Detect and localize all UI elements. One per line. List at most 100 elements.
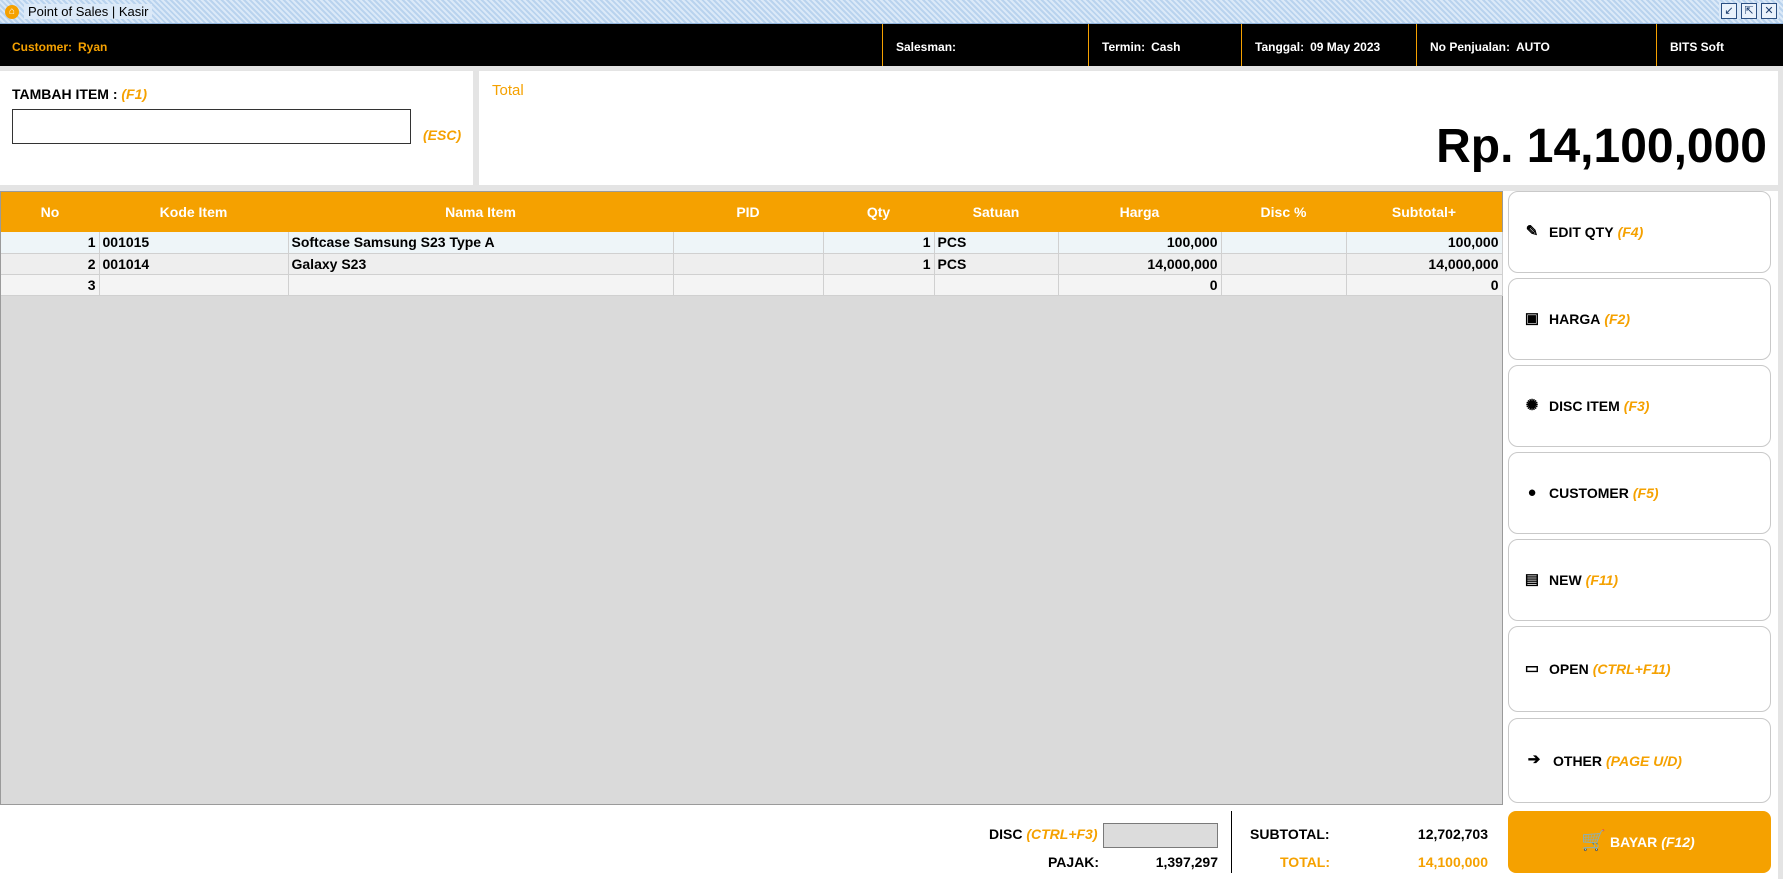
tanggal-info: Tanggal: 09 May 2023 xyxy=(1241,24,1416,66)
other-button[interactable]: ➔ OTHER (PAGE U/D) xyxy=(1508,718,1771,803)
table-header-row: No Kode Item Nama Item PID Qty Satuan Ha… xyxy=(1,192,1502,232)
pajak-label: PAJAK: xyxy=(1048,854,1100,870)
cell-harga[interactable]: 14,000,000 xyxy=(1058,253,1222,275)
divider xyxy=(1231,811,1232,873)
bayar-label: BAYAR (F12) xyxy=(1610,834,1695,850)
cell-pid[interactable] xyxy=(673,232,824,254)
cell-subtotal[interactable]: 0 xyxy=(1346,274,1503,296)
items-grid[interactable]: No Kode Item Nama Item PID Qty Satuan Ha… xyxy=(0,191,1503,805)
harga-label: HARGA (F2) xyxy=(1549,311,1630,327)
cell-kode[interactable] xyxy=(99,274,289,296)
cell-pid[interactable] xyxy=(673,253,824,275)
harga-shortcut: (F2) xyxy=(1604,311,1631,327)
cell-disc[interactable] xyxy=(1221,253,1347,275)
termin-value: Cash xyxy=(1151,40,1181,54)
harga-button[interactable]: ▣ HARGA (F2) xyxy=(1508,278,1771,360)
column-header-pid[interactable]: PID xyxy=(673,192,823,232)
cell-satuan[interactable]: PCS xyxy=(934,253,1059,275)
cell-nama[interactable] xyxy=(288,274,674,296)
window-controls: ↙ ⇱ ✕ xyxy=(1719,3,1779,19)
document-icon: ▤ xyxy=(1524,571,1540,588)
total-footer-label: TOTAL: xyxy=(1280,854,1331,870)
customer-label: Customer: xyxy=(12,40,73,54)
table-row[interactable]: 2 001014 Galaxy S23 1 PCS 14,000,000 14,… xyxy=(1,253,1503,275)
add-item-panel: TAMBAH ITEM : (F1) (ESC) xyxy=(0,71,473,185)
bayar-button[interactable]: 🛒 BAYAR (F12) xyxy=(1508,811,1771,873)
summary-footer: DISC (CTRL+F3) PAJAK: 1,397,297 SUBTOTAL… xyxy=(0,805,1503,879)
edit-icon: ✎ xyxy=(1525,223,1539,240)
disc-item-button[interactable]: ✺ DISC ITEM (F3) xyxy=(1508,365,1771,447)
column-header-no[interactable]: No xyxy=(1,192,99,232)
disc-item-shortcut: (F3) xyxy=(1623,398,1650,414)
disc-input[interactable] xyxy=(1103,823,1218,848)
cell-qty[interactable]: 1 xyxy=(823,232,935,254)
column-header-nama-item[interactable]: Nama Item xyxy=(288,192,673,232)
info-bar: Customer: Ryan Salesman: Termin: Cash Tang… xyxy=(0,24,1783,66)
edit-qty-label: EDIT QTY (F4) xyxy=(1549,224,1643,240)
cell-disc[interactable] xyxy=(1221,232,1347,254)
cell-kode[interactable]: 001014 xyxy=(99,253,289,275)
column-header-subtotal[interactable]: Subtotal+ xyxy=(1346,192,1502,232)
cell-nama[interactable]: Galaxy S23 xyxy=(288,253,674,275)
other-text: OTHER xyxy=(1553,753,1602,769)
customer-button-label: CUSTOMER (F5) xyxy=(1549,485,1659,501)
cell-disc[interactable] xyxy=(1221,274,1347,296)
salesman-info: Salesman: xyxy=(882,24,1088,66)
no-penjualan-value: AUTO xyxy=(1516,40,1550,54)
open-label: OPEN (CTRL+F11) xyxy=(1549,661,1671,677)
total-amount: Rp. 14,100,000 xyxy=(1436,120,1767,173)
table-row[interactable]: 3 0 0 xyxy=(1,274,1503,296)
column-header-satuan[interactable]: Satuan xyxy=(934,192,1058,232)
no-penjualan-info: No Penjualan: AUTO xyxy=(1416,24,1656,66)
cell-subtotal[interactable]: 100,000 xyxy=(1346,232,1503,254)
total-panel: Total Rp. 14,100,000 xyxy=(479,71,1783,185)
new-button[interactable]: ▤ NEW (F11) xyxy=(1508,539,1771,621)
cell-no[interactable]: 3 xyxy=(1,274,100,296)
edit-qty-button[interactable]: ✎ EDIT QTY (F4) xyxy=(1508,191,1771,273)
restore-icon[interactable]: ⇱ xyxy=(1741,3,1757,19)
new-label: NEW (F11) xyxy=(1549,572,1618,588)
cell-kode[interactable]: 001015 xyxy=(99,232,289,254)
esc-shortcut: (ESC) xyxy=(423,127,462,143)
app-logo-icon: ⌂ xyxy=(5,5,19,19)
cell-satuan[interactable] xyxy=(934,274,1059,296)
cell-no[interactable]: 1 xyxy=(1,232,100,254)
tanggal-label: Tanggal: xyxy=(1255,40,1305,54)
subtotal-value: 12,702,703 xyxy=(1417,826,1488,842)
cell-harga[interactable]: 0 xyxy=(1058,274,1222,296)
open-shortcut: (CTRL+F11) xyxy=(1592,661,1671,677)
items-table: No Kode Item Nama Item PID Qty Satuan Ha… xyxy=(1,192,1503,296)
add-item-label: TAMBAH ITEM : (F1) xyxy=(12,86,147,102)
minimize-icon[interactable]: ↙ xyxy=(1721,3,1737,19)
cell-harga[interactable]: 100,000 xyxy=(1058,232,1222,254)
edit-qty-shortcut: (F4) xyxy=(1617,224,1644,240)
column-header-qty[interactable]: Qty xyxy=(823,192,934,232)
salesman-label: Salesman: xyxy=(896,40,957,54)
cell-qty[interactable] xyxy=(823,274,935,296)
customer-button[interactable]: ● CUSTOMER (F5) xyxy=(1508,452,1771,534)
window-titlebar: ⌂ Point of Sales | Kasir ↙ ⇱ ✕ xyxy=(0,0,1783,24)
add-item-input[interactable] xyxy=(12,109,411,144)
cell-nama[interactable]: Softcase Samsung S23 Type A xyxy=(288,232,674,254)
tanggal-value: 09 May 2023 xyxy=(1310,40,1381,54)
cell-subtotal[interactable]: 14,000,000 xyxy=(1346,253,1503,275)
subtotal-label: SUBTOTAL: xyxy=(1250,826,1330,842)
cell-qty[interactable]: 1 xyxy=(823,253,935,275)
disc-item-text: DISC ITEM xyxy=(1549,398,1620,414)
disc-shortcut: (CTRL+F3) xyxy=(1026,826,1098,842)
table-row[interactable]: 1 001015 Softcase Samsung S23 Type A 1 P… xyxy=(1,232,1503,254)
customer-info: Customer: Ryan xyxy=(0,24,882,66)
customer-text: CUSTOMER xyxy=(1549,485,1629,501)
close-icon[interactable]: ✕ xyxy=(1761,3,1777,19)
column-header-kode-item[interactable]: Kode Item xyxy=(99,192,288,232)
discount-icon: ✺ xyxy=(1525,397,1539,414)
column-header-harga[interactable]: Harga xyxy=(1058,192,1221,232)
cell-satuan[interactable]: PCS xyxy=(934,232,1059,254)
termin-label: Termin: xyxy=(1102,40,1146,54)
column-header-disc[interactable]: Disc % xyxy=(1221,192,1346,232)
cell-no[interactable]: 2 xyxy=(1,253,100,275)
disc-label: DISC (CTRL+F3) xyxy=(989,826,1098,842)
cell-pid[interactable] xyxy=(673,274,824,296)
edit-qty-text: EDIT QTY xyxy=(1549,224,1614,240)
open-button[interactable]: ▭ OPEN (CTRL+F11) xyxy=(1508,626,1771,712)
